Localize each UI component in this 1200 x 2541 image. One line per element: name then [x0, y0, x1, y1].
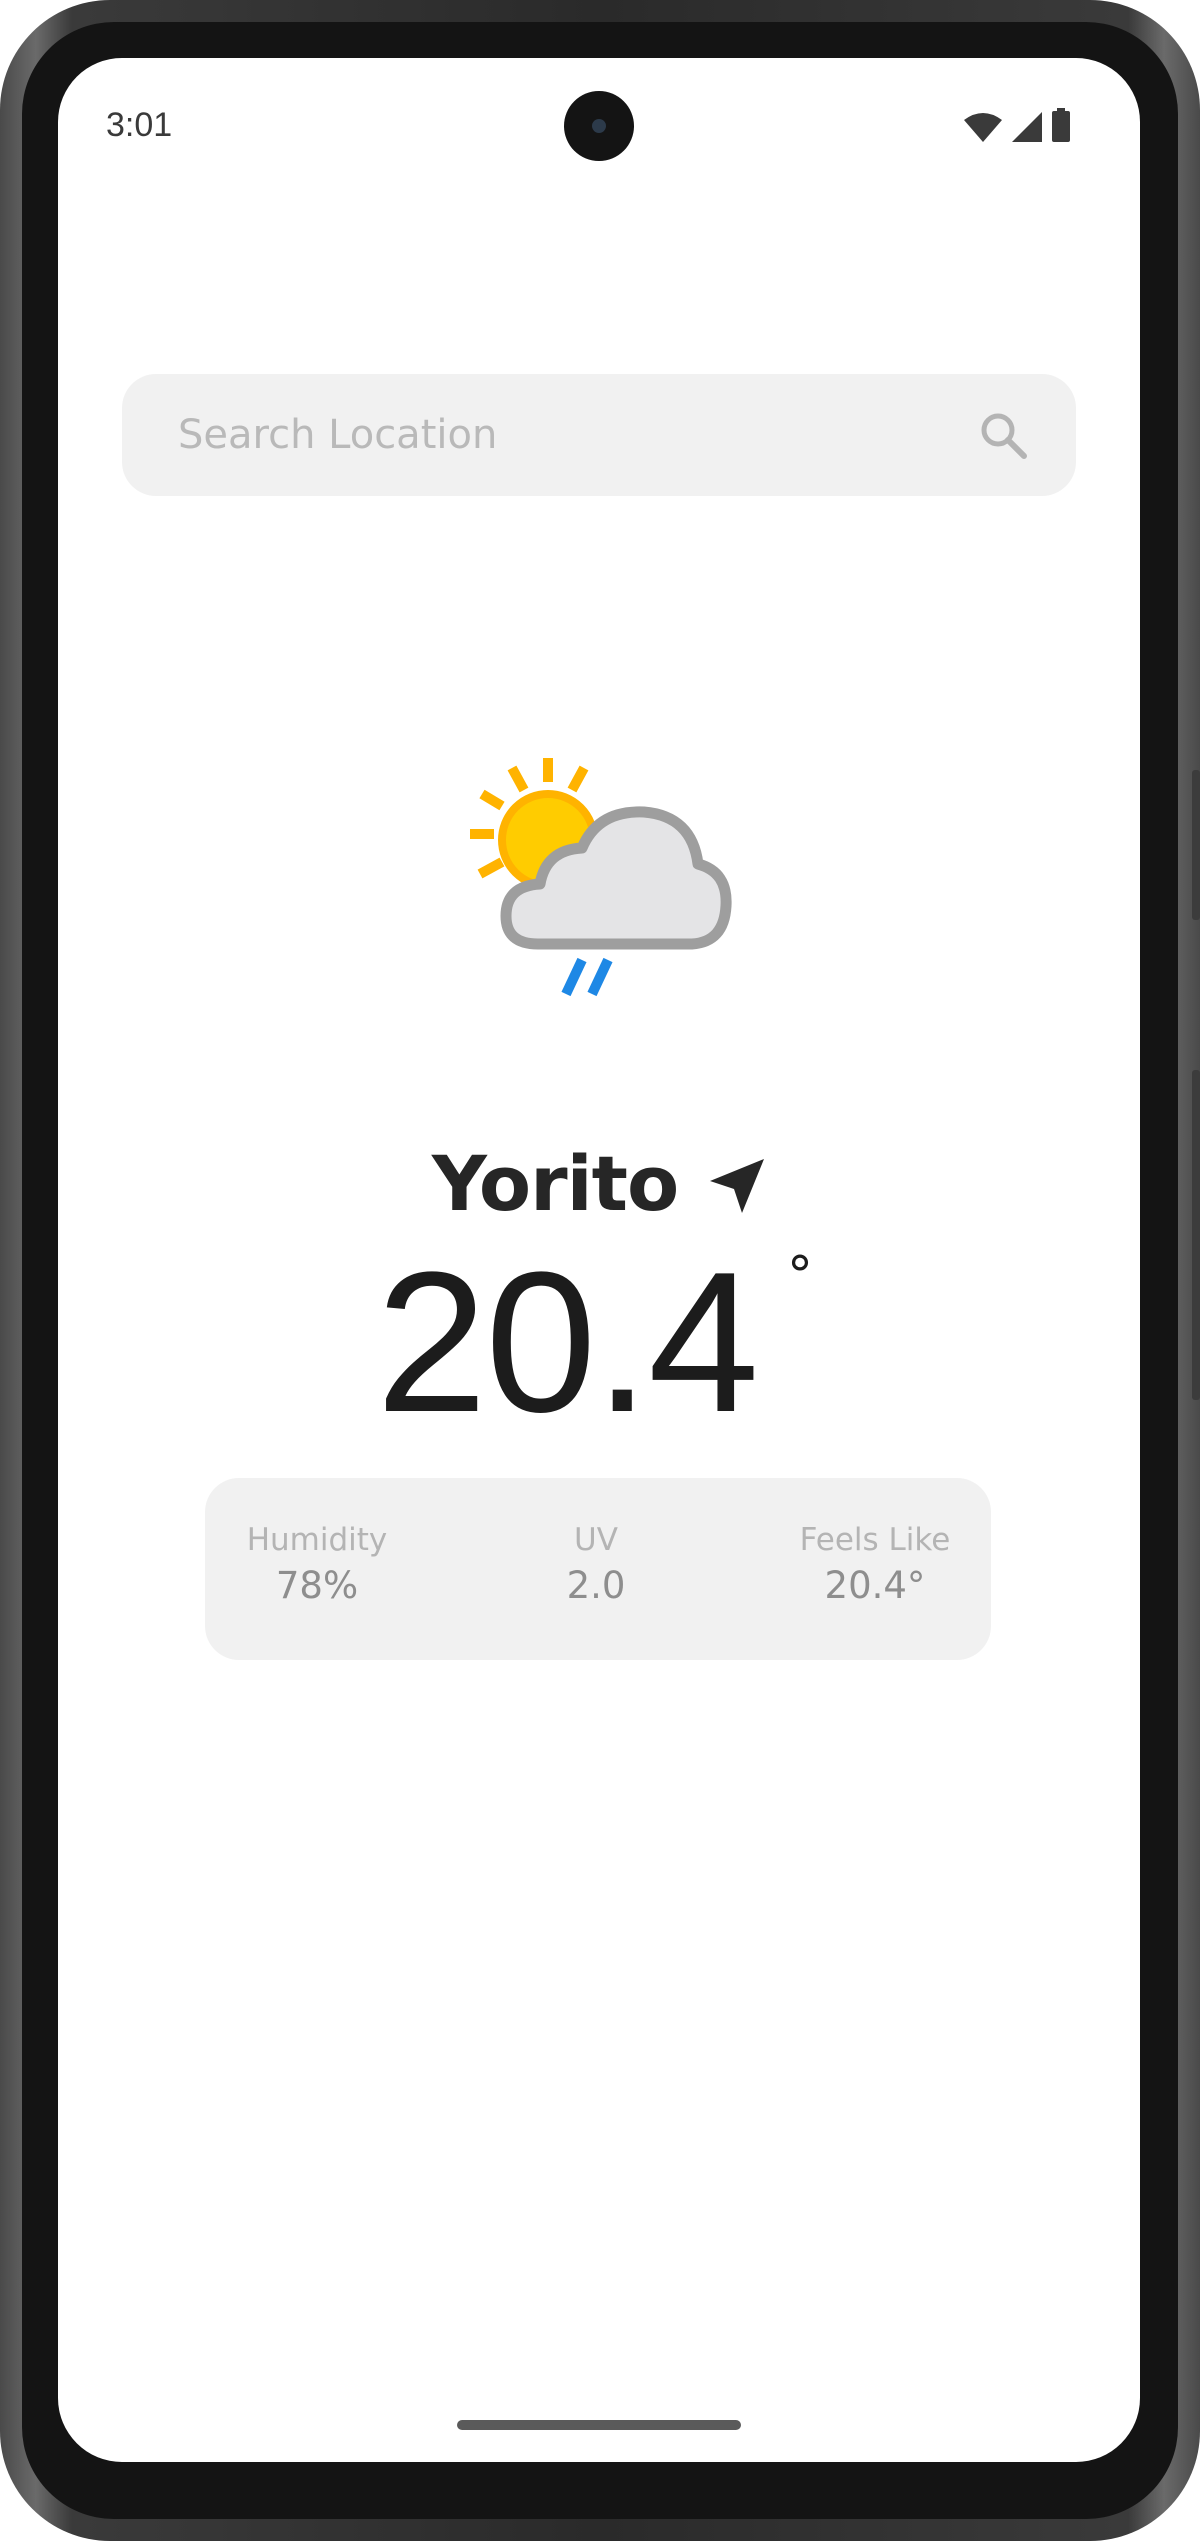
search-bar	[122, 374, 1076, 496]
front-camera	[564, 91, 634, 161]
stat-feels-like: Feels Like 20.4°	[765, 1520, 985, 1612]
stat-label: UV	[574, 1522, 618, 1558]
wifi-icon	[964, 113, 1002, 142]
search-input[interactable]	[176, 374, 956, 496]
home-indicator[interactable]	[457, 2420, 741, 2430]
partly-cloudy-rain-icon	[470, 758, 732, 997]
device-frame: 3:01 Search Location Yorito 20.4 ° Humid…	[0, 0, 1200, 2541]
weather-stats-card: Humidity 78% UV 2.0 Feels Like 20.4°	[205, 1478, 991, 1660]
app-screen: 3:01 Search Location Yorito 20.4 ° Humid…	[58, 58, 1140, 2462]
stat-value: 20.4°	[824, 1564, 926, 1607]
stat-uv: UV 2.0	[486, 1520, 706, 1612]
status-icons	[964, 108, 1070, 142]
stat-value: 78%	[275, 1564, 359, 1607]
temperature-unit: °	[787, 1246, 813, 1306]
battery-icon	[1052, 108, 1070, 142]
temperature-display: 20.4 °	[58, 1238, 1140, 1448]
temperature-value: 20.4	[376, 1231, 759, 1454]
volume-button	[1192, 1070, 1200, 1400]
navigation-arrow-icon[interactable]	[708, 1157, 766, 1215]
stat-label: Humidity	[246, 1522, 388, 1558]
location-row[interactable]: Yorito	[58, 1133, 1140, 1233]
stat-humidity: Humidity 78%	[207, 1520, 427, 1612]
location-name: Yorito	[431, 1138, 679, 1228]
power-button	[1192, 770, 1200, 920]
stat-value: 2.0	[566, 1564, 626, 1607]
status-time: 3:01	[106, 106, 173, 144]
stat-label: Feels Like	[799, 1522, 951, 1558]
search-icon[interactable]	[978, 410, 1028, 460]
cellular-signal-icon	[1012, 112, 1042, 142]
